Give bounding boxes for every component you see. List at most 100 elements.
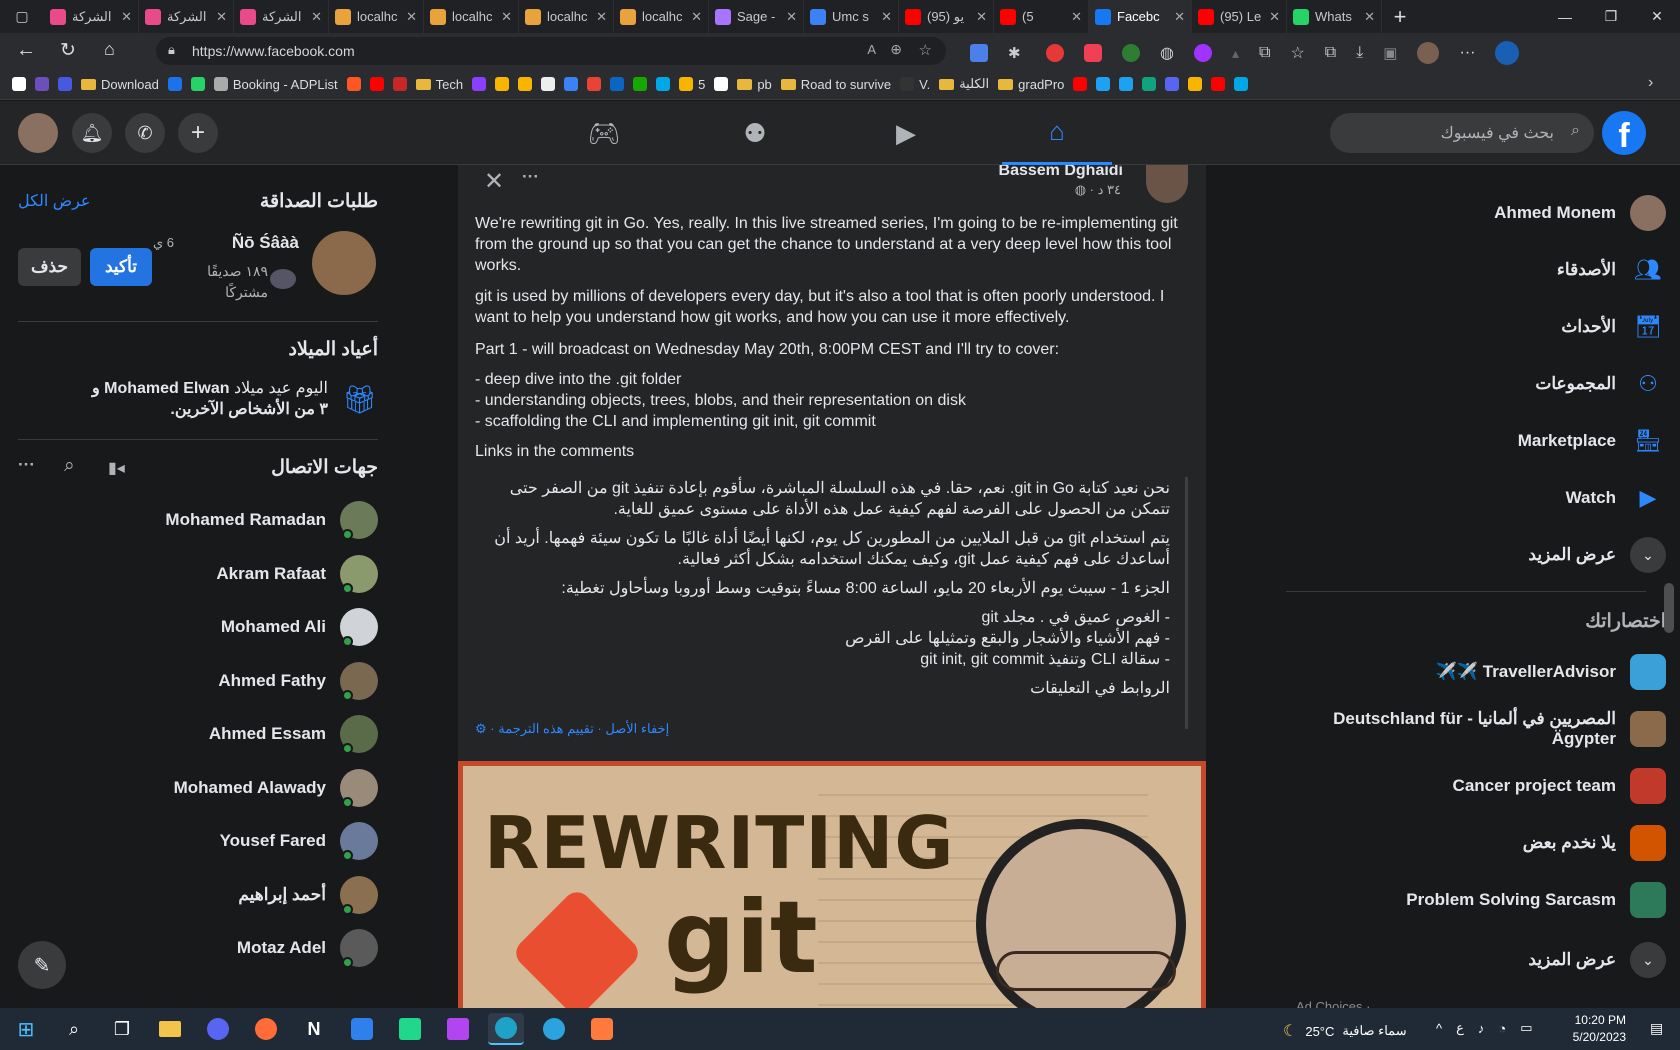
restore-button[interactable]: ❐ <box>1588 8 1634 25</box>
back-icon[interactable]: ← <box>16 39 36 62</box>
translate-extension-icon[interactable] <box>970 44 988 62</box>
messenger-button[interactable]: ✆ <box>125 113 165 153</box>
extension-icon[interactable] <box>1046 44 1064 62</box>
bookmark-item[interactable] <box>518 77 533 91</box>
globe-icon[interactable]: ◍ <box>1160 43 1174 63</box>
volume-icon[interactable]: ♪ <box>1478 1021 1485 1036</box>
favorite-icon[interactable]: ☆ <box>919 41 932 59</box>
close-window-button[interactable]: ✕ <box>1634 8 1680 25</box>
post-author[interactable]: Bassem Dghaidi <box>999 165 1123 180</box>
browser-tab[interactable]: Facebc ✕ <box>1089 0 1192 33</box>
bookmark-item[interactable] <box>656 77 671 91</box>
bookmark-item[interactable]: V. <box>900 77 930 92</box>
close-tab-icon[interactable]: ✕ <box>780 9 797 25</box>
minimize-button[interactable]: — <box>1542 9 1588 25</box>
contact-item[interactable]: Mohamed Alawady <box>18 763 378 813</box>
contact-item[interactable]: Motaz Adel <box>18 923 378 973</box>
browser-tab[interactable]: Whats ✕ <box>1287 0 1382 33</box>
bookmark-item[interactable]: Download <box>81 77 159 92</box>
discord-icon[interactable] <box>200 1013 236 1045</box>
bookmark-item[interactable]: الكلية <box>939 76 989 92</box>
browser-tab[interactable]: localhc ✕ <box>424 0 519 33</box>
bookmark-item[interactable]: gradPro <box>998 77 1064 92</box>
bookmark-item[interactable] <box>369 77 384 91</box>
zoom-icon[interactable]: ⊕ <box>890 41 902 58</box>
bookmark-item[interactable] <box>35 77 49 91</box>
bookmark-item[interactable] <box>12 77 26 91</box>
app-icon[interactable] <box>584 1013 620 1045</box>
contact-item[interactable]: أحمد إبراهيم <box>18 870 378 920</box>
page-scrollbar-thumb[interactable] <box>1664 583 1674 633</box>
nav-item[interactable]: Watch ▶ <box>1266 470 1666 526</box>
delete-button[interactable]: حذف <box>18 248 81 286</box>
profile-avatar[interactable] <box>18 113 58 153</box>
bookmark-item[interactable] <box>1165 77 1180 91</box>
see-more-shortcuts-button[interactable]: عرض المزيد ⌄ <box>1266 932 1666 988</box>
telegram-icon[interactable] <box>536 1013 572 1045</box>
new-message-button[interactable]: ✎ <box>18 941 66 989</box>
vscode-icon[interactable] <box>344 1013 380 1045</box>
bookmark-item[interactable] <box>472 77 487 91</box>
bookmark-item[interactable] <box>541 77 556 91</box>
browser-tab[interactable]: Sage - ✕ <box>709 0 804 33</box>
bookmark-item[interactable]: 5 <box>679 77 705 92</box>
screenshot-icon[interactable]: ▣ <box>1383 44 1397 62</box>
bookmark-item[interactable] <box>1096 77 1111 91</box>
extensions-puzzle-icon[interactable]: ⧉ <box>1259 44 1270 62</box>
bookmarks-overflow-icon[interactable]: › <box>1648 74 1653 92</box>
new-tab-button[interactable]: + <box>1382 4 1418 30</box>
wifi-icon[interactable]: ◔ <box>1498 1021 1506 1036</box>
new-room-icon[interactable]: ▮◂ <box>108 458 125 478</box>
create-button[interactable]: + <box>178 113 218 153</box>
see-all-link[interactable]: عرض الكل <box>18 191 90 211</box>
browser-tab[interactable]: localhc ✕ <box>329 0 424 33</box>
bookmark-item[interactable] <box>633 77 648 91</box>
browser-tab[interactable]: الشركة ✕ <box>44 0 139 33</box>
bookmark-item[interactable] <box>346 77 361 91</box>
contact-item[interactable]: Ahmed Fathy <box>18 656 378 706</box>
weather-widget[interactable]: ☾ 25°C سماء صافية <box>1283 1021 1407 1041</box>
browser-tab[interactable]: (95) يو ✕ <box>899 0 994 33</box>
phpstorm-icon[interactable] <box>440 1013 476 1045</box>
close-tab-icon[interactable]: ✕ <box>1065 9 1082 25</box>
bookmark-item[interactable] <box>610 77 625 91</box>
file-explorer-icon[interactable] <box>152 1013 188 1045</box>
facebook-search-input[interactable]: بحث في فيسبوك ⌕ <box>1330 113 1594 153</box>
pycharm-icon[interactable] <box>392 1013 428 1045</box>
tray-lang[interactable]: ع <box>1456 1020 1464 1036</box>
friend-request-name[interactable]: Ñō Śâàà <box>232 233 299 253</box>
bookmark-item[interactable] <box>1142 77 1157 91</box>
close-tab-icon[interactable]: ✕ <box>685 9 702 25</box>
bookmark-item[interactable] <box>58 77 72 91</box>
browser-tab[interactable]: Umc s ✕ <box>804 0 899 33</box>
contact-item[interactable]: Ahmed Essam <box>18 709 378 759</box>
close-tab-icon[interactable]: ✕ <box>305 9 322 25</box>
extension-icon[interactable] <box>1122 44 1140 62</box>
search-icon[interactable]: ⌕ <box>56 1013 92 1045</box>
pocket-icon[interactable] <box>1084 44 1102 62</box>
favorites-icon[interactable]: ☆ <box>1290 43 1304 63</box>
bookmark-item[interactable]: Booking - ADPList <box>213 77 338 92</box>
post-options-icon[interactable]: ··· <box>522 167 539 187</box>
close-tab-icon[interactable]: ✕ <box>1263 9 1280 25</box>
author-avatar[interactable] <box>1146 165 1188 203</box>
friend-request-avatar[interactable] <box>312 231 376 295</box>
battery-icon[interactable]: ▭ <box>1520 1020 1532 1036</box>
browser-tab[interactable]: الشركة ✕ <box>234 0 329 33</box>
home-icon[interactable]: ⌂ <box>104 39 115 60</box>
contact-item[interactable]: Mohamed Ramadan <box>18 495 378 545</box>
clock[interactable]: 10:20 PM 5/20/2023 <box>1568 1012 1626 1046</box>
extension-icon[interactable] <box>1193 44 1212 62</box>
close-tab-icon[interactable]: ✕ <box>970 9 987 25</box>
notifications-button[interactable]: 🔔︎ <box>72 113 112 153</box>
hide-original-link[interactable]: إخفاء الأصل · تقييم هذه الترجمة · <box>490 721 669 736</box>
translation-links[interactable]: إخفاء الأصل · تقييم هذه الترجمة · ⚙ <box>475 721 669 737</box>
contact-item[interactable]: Mohamed Ali <box>18 602 378 652</box>
bookmark-item[interactable] <box>587 77 602 91</box>
nav-gaming[interactable]: 🎮︎ <box>549 101 659 165</box>
bookmark-item[interactable]: Road to survive <box>780 77 891 92</box>
bookmark-item[interactable] <box>1188 77 1203 91</box>
downloads-icon[interactable]: ⤓ <box>1356 44 1363 62</box>
bookmark-item[interactable] <box>1211 77 1226 91</box>
tab-actions-icon[interactable]: ▢ <box>0 0 44 33</box>
